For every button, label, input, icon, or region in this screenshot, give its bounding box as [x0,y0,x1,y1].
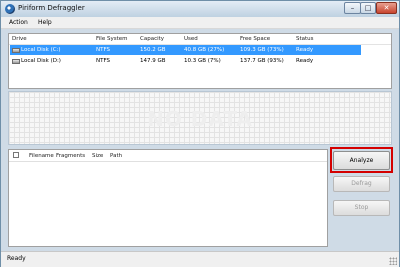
drive-capacity: 147.9 GB [140,58,166,64]
stop-button[interactable]: Stop [333,200,390,216]
drive-used: 40.8 GB (27%) [184,47,225,53]
hard-disk-icon [12,59,20,64]
drive-name: Local Disk (D:) [21,58,61,64]
drive-file-system: NTFS [96,47,111,53]
file-list: Filename Fragments Size Path [8,149,328,247]
status-text: Ready [7,255,26,262]
drive-list: Drive File System Capacity Used Free Spa… [8,33,392,89]
drive-map: NO DATA [8,91,392,145]
drive-name: Local Disk (C:) [21,47,61,53]
drive-row-d[interactable]: Local Disk (D:) NTFS 147.9 GB 10.3 GB (7… [10,56,361,66]
drive-capacity: 150.2 GB [140,47,166,53]
analyze-button[interactable]: Analyze [333,151,390,170]
column-fragments[interactable]: Fragments [56,153,85,159]
select-all-checkbox[interactable] [13,152,19,158]
file-list-header: Filename Fragments Size Path [9,150,327,162]
title-bar: Piriform Defraggler – □ ✕ [1,1,399,17]
drive-free-space: 137.7 GB (93%) [240,58,284,64]
drive-status: Ready [296,47,314,53]
window-title: Piriform Defraggler [18,4,85,12]
minimize-button[interactable]: – [344,2,361,14]
drive-row-c[interactable]: Local Disk (C:) NTFS 150.2 GB 40.8 GB (2… [10,45,361,55]
column-status[interactable]: Status [296,36,314,42]
column-filename[interactable]: Filename [29,153,54,159]
maximize-button[interactable]: □ [360,2,376,14]
close-button[interactable]: ✕ [376,2,397,14]
defraggler-logo-icon [5,4,15,14]
defrag-button[interactable]: Defrag [333,176,390,192]
column-free-space[interactable]: Free Space [240,36,270,42]
column-used[interactable]: Used [184,36,198,42]
column-size[interactable]: Size [92,153,103,159]
menu-help[interactable]: Help [38,19,52,26]
column-file-system[interactable]: File System [96,36,127,42]
drive-free-space: 109.3 GB (73%) [240,47,284,53]
column-drive[interactable]: Drive [12,36,27,42]
drive-map-placeholder: NO DATA [147,107,253,131]
menu-bar: Action Help [1,17,399,29]
drive-status: Ready [296,58,314,64]
hard-disk-icon [12,48,20,53]
drive-used: 10.3 GB (7%) [184,58,221,64]
drive-file-system: NTFS [96,58,111,64]
column-capacity[interactable]: Capacity [140,36,164,42]
status-bar: Ready [1,251,399,267]
column-path[interactable]: Path [110,153,122,159]
resize-grip-icon[interactable] [389,257,397,265]
app-window: Piriform Defraggler – □ ✕ Action Help Dr… [0,0,400,267]
menu-action[interactable]: Action [9,19,28,26]
drive-list-header: Drive File System Capacity Used Free Spa… [9,34,391,45]
